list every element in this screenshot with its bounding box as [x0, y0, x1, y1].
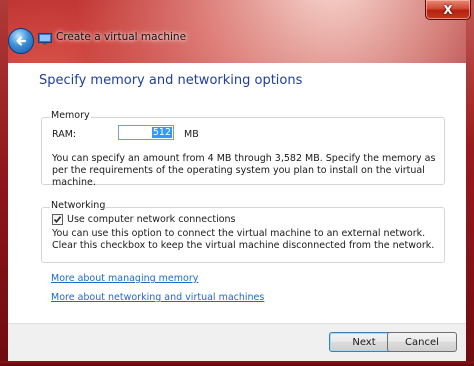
wizard-footer: Next Cancel [8, 323, 466, 362]
virtual-machine-icon [38, 33, 52, 45]
wizard-content: Specify memory and networking options Me… [8, 63, 466, 323]
networking-description: You can use this option to connect the v… [52, 228, 435, 251]
ram-input-value: 512 [151, 127, 172, 138]
window-title: Create a virtual machine [56, 31, 187, 43]
cancel-button[interactable]: Cancel [387, 332, 457, 352]
page-heading: Specify memory and networking options [39, 73, 303, 88]
memory-group-title: Memory [50, 110, 91, 121]
network-connections-checkbox[interactable] [52, 214, 63, 225]
ram-label: RAM: [52, 129, 77, 140]
title-bar: X Create a virtual machine [0, 0, 474, 63]
back-button[interactable] [8, 28, 34, 54]
networking-group: Networking Use computer network connecti… [41, 200, 445, 263]
checkmark-icon [53, 216, 62, 224]
ram-unit-label: MB [184, 129, 199, 140]
managing-memory-link[interactable]: More about managing memory [51, 273, 198, 284]
close-icon: X [443, 2, 453, 17]
memory-description: You can specify an amount from 4 MB thro… [52, 153, 436, 188]
network-connections-label[interactable]: Use computer network connections [67, 214, 236, 225]
back-arrow-icon [16, 36, 27, 46]
window-border-bottom [0, 361, 474, 366]
close-button[interactable]: X [425, 0, 471, 20]
memory-group: Memory RAM: 512 MB You can specify an am… [41, 110, 445, 188]
ram-input[interactable]: 512 [118, 125, 174, 140]
networking-group-title: Networking [50, 200, 107, 211]
networking-vms-link[interactable]: More about networking and virtual machin… [51, 292, 264, 303]
